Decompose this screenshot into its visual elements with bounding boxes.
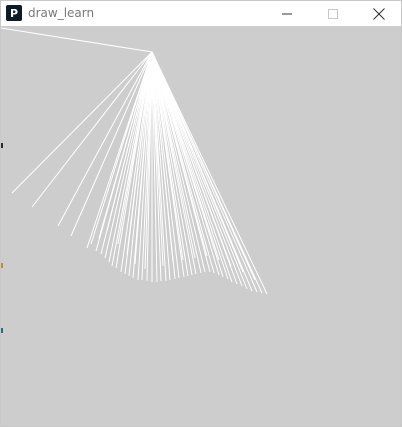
- minimize-icon: [282, 13, 292, 14]
- app-window: P draw_learn: [0, 0, 402, 427]
- title-bar[interactable]: P draw_learn: [1, 1, 401, 26]
- drawn-line-54: [151, 51, 184, 261]
- close-icon: [373, 7, 385, 20]
- minimize-button[interactable]: [264, 1, 310, 26]
- drawn-line-58: [151, 51, 232, 267]
- close-button[interactable]: [356, 1, 402, 26]
- maximize-button[interactable]: [310, 1, 356, 26]
- processing-app-icon: P: [6, 5, 22, 21]
- edge-artifact-orange: [1, 263, 3, 268]
- drawn-line-0: [1, 27, 153, 53]
- window-title: draw_learn: [28, 6, 95, 20]
- app-icon-letter: P: [9, 6, 19, 20]
- maximize-icon: [328, 8, 338, 19]
- line-drawing: [1, 27, 268, 295]
- edge-artifact-teal: [1, 328, 3, 333]
- edge-artifact-dark: [1, 143, 3, 148]
- sketch-canvas[interactable]: [1, 26, 401, 426]
